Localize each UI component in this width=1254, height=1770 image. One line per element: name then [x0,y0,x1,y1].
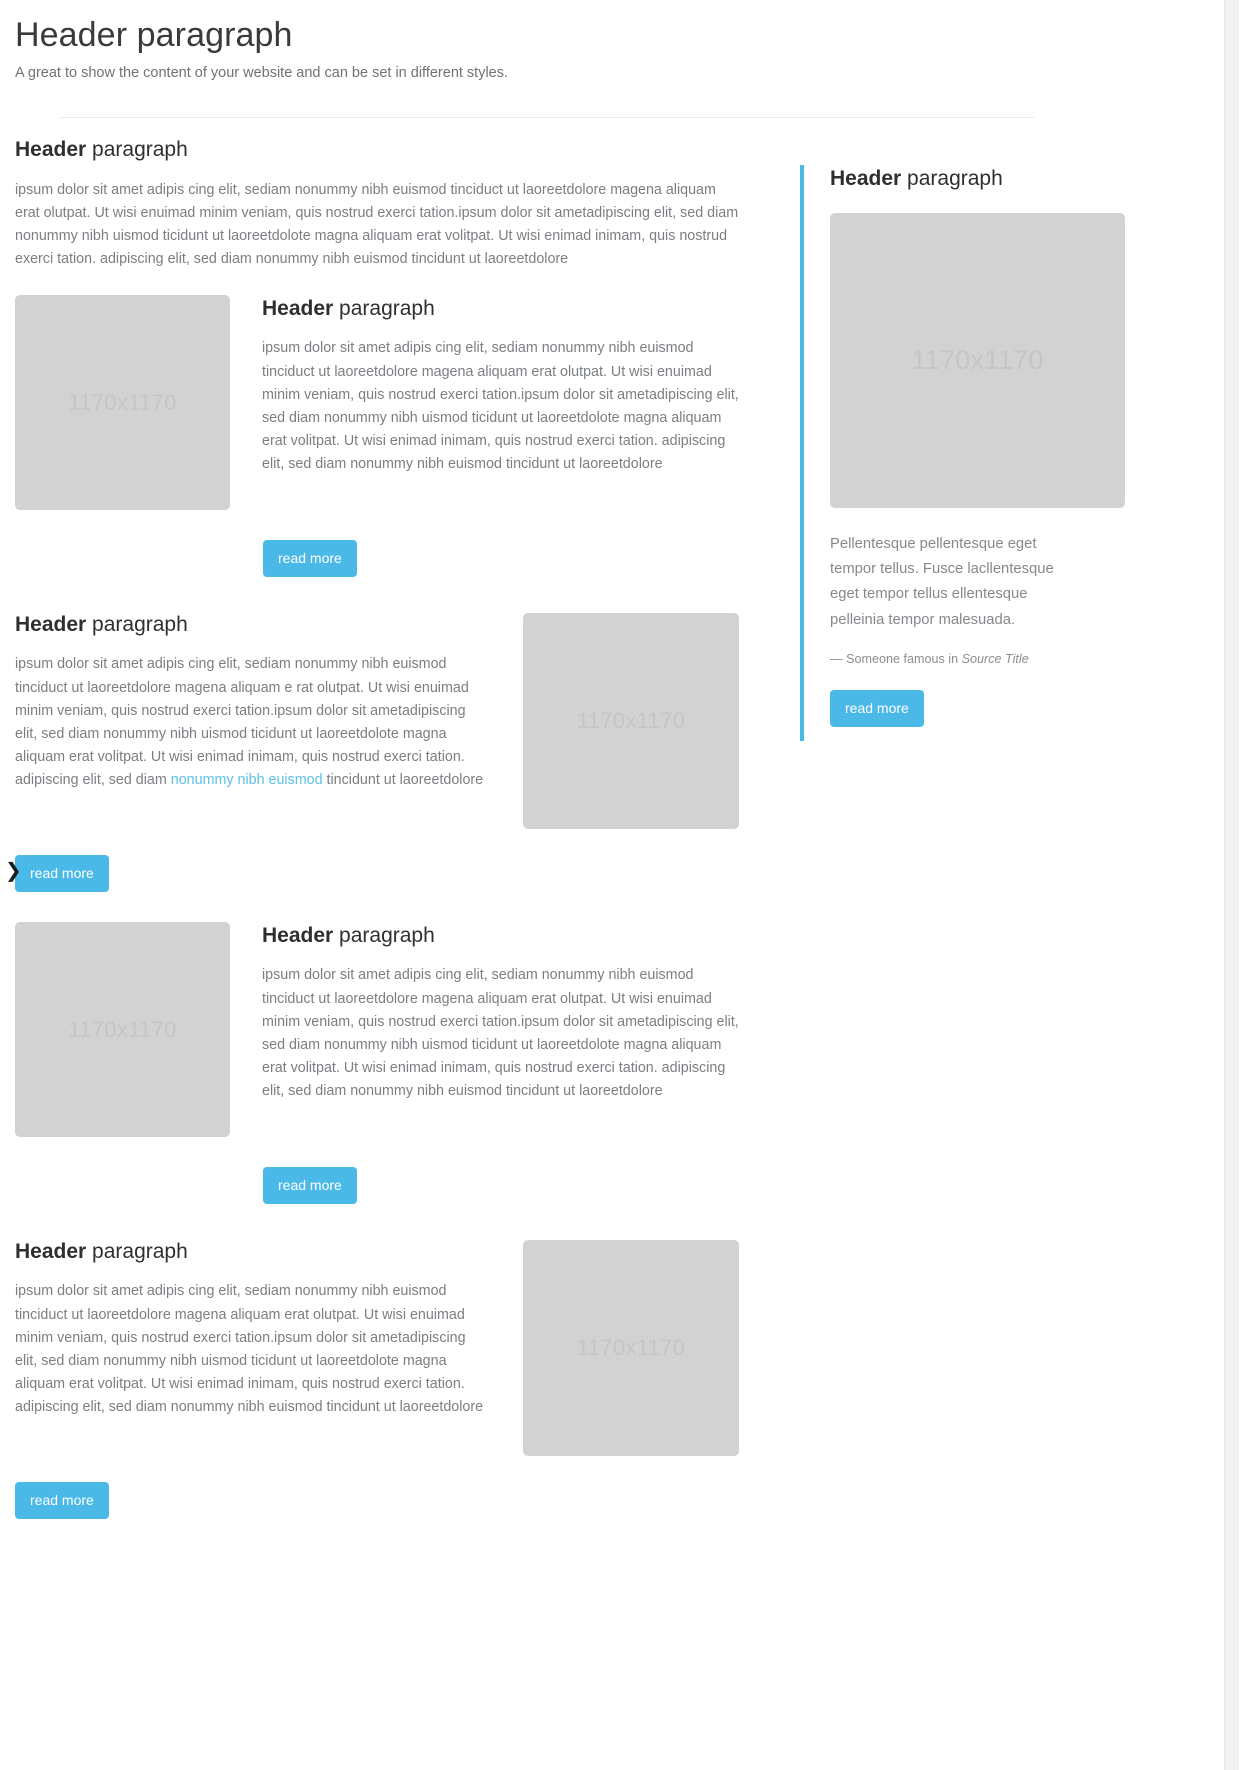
placeholder-label: 1170x1170 [68,389,177,415]
page-subtitle: A great to show the content of your webs… [15,64,509,81]
media-body-text-2: ipsum dolor sit amet adipis cing elit, s… [15,653,485,792]
media-section-4: Header paragraph ipsum dolor sit amet ad… [15,1238,742,1457]
placeholder-label: 1170x1170 [68,1016,177,1042]
sidebar-blockquote: Header paragraph 1170x1170 Pellentesque … [800,165,1125,742]
sidebar-placeholder-image: 1170x1170 [830,212,1125,508]
read-more-button-1[interactable]: read more [263,540,357,578]
media-heading-4-light: paragraph [86,1240,188,1264]
columns-layout: Header paragraph ipsum dolor sit amet ad… [15,118,1125,1520]
placeholder-image-4: 1170x1170 [523,1240,739,1457]
media-body-2: Header paragraph ipsum dolor sit amet ad… [15,611,485,792]
media-heading-3-bold: Header [262,924,334,948]
media-heading-2-bold: Header [15,613,87,637]
attribution-source: Source Title [961,652,1029,667]
media-body-text-2-part1: ipsum dolor sit amet adipis cing elit, s… [15,656,469,789]
attribution-prefix: — Someone famous in [830,652,962,667]
media-heading-2-light: paragraph [86,613,188,637]
read-more-button-3[interactable]: read more [263,1167,357,1205]
read-more-button-4[interactable]: read more [15,1482,109,1520]
media-heading-4-bold: Header [15,1240,87,1264]
placeholder-label: 1170x1170 [576,1335,686,1361]
media-heading-3: Header paragraph [262,922,742,949]
mouse-cursor-icon: ❯ [5,858,22,882]
intro-heading-bold: Header [15,138,87,162]
media-section-1: 1170x1170 Header paragraph ipsum dolor s… [15,295,742,511]
button-row-2: read more [15,855,742,893]
page-header: Header paragraph A great to show the con… [15,0,1090,84]
page-root: Header paragraph A great to show the con… [0,0,1239,1770]
media-body-4: Header paragraph ipsum dolor sit amet ad… [15,1238,485,1419]
media-heading-1-light: paragraph [333,297,435,321]
placeholder-image-1: 1170x1170 [15,295,230,511]
intro-body: ipsum dolor sit amet adipis cing elit, s… [15,181,739,268]
intro-heading: Header paragraph [15,136,742,163]
vertical-scrollbar[interactable] [1224,0,1239,1770]
button-row-4: read more [15,1482,742,1520]
media-body-3: Header paragraph ipsum dolor sit amet ad… [262,922,742,1103]
button-row-3: read more [15,1167,742,1205]
main-column: Header paragraph ipsum dolor sit amet ad… [15,136,742,1520]
sidebar-quote-attribution: — Someone famous in Source Title [830,652,1060,666]
placeholder-image-3: 1170x1170 [15,922,230,1138]
page-content: Header paragraph A great to show the con… [0,0,1125,1520]
media-body-text-4: ipsum dolor sit amet adipis cing elit, s… [15,1283,484,1416]
inline-link-nonummy[interactable]: nonummy nibh euismod [171,772,323,788]
placeholder-image-2: 1170x1170 [523,613,739,830]
sidebar-quote-text: Pellentesque pellentesque eget tempor te… [830,535,1054,628]
media-body-text-1: ipsum dolor sit amet adipis cing elit, s… [262,340,739,473]
read-more-button-2[interactable]: read more [15,855,109,893]
placeholder-label: 1170x1170 [911,344,1044,375]
media-body-text-3: ipsum dolor sit amet adipis cing elit, s… [262,967,739,1100]
media-body-text-2-part2: tincidunt ut laoreetdolore [322,772,484,789]
media-body-1: Header paragraph ipsum dolor sit amet ad… [262,295,742,476]
sidebar-heading-bold: Header [830,167,902,191]
media-heading-3-light: paragraph [333,924,435,948]
sidebar-heading-light: paragraph [901,167,1003,191]
media-heading-2: Header paragraph [15,611,485,638]
intro-heading-light: paragraph [86,138,188,162]
media-heading-1-bold: Header [262,297,334,321]
placeholder-label: 1170x1170 [576,708,686,734]
intro-block: Header paragraph ipsum dolor sit amet ad… [15,136,742,271]
media-heading-4: Header paragraph [15,1238,485,1265]
page-title: Header paragraph [15,16,293,54]
sidebar-heading: Header paragraph [830,165,1060,192]
button-row-1: read more [15,540,742,578]
media-section-3: 1170x1170 Header paragraph ipsum dolor s… [15,922,742,1138]
media-section-2: Header paragraph ipsum dolor sit amet ad… [15,611,742,830]
media-heading-1: Header paragraph [262,295,742,322]
sidebar-column: Header paragraph 1170x1170 Pellentesque … [760,136,1125,757]
read-more-button-sidebar[interactable]: read more [830,690,924,728]
